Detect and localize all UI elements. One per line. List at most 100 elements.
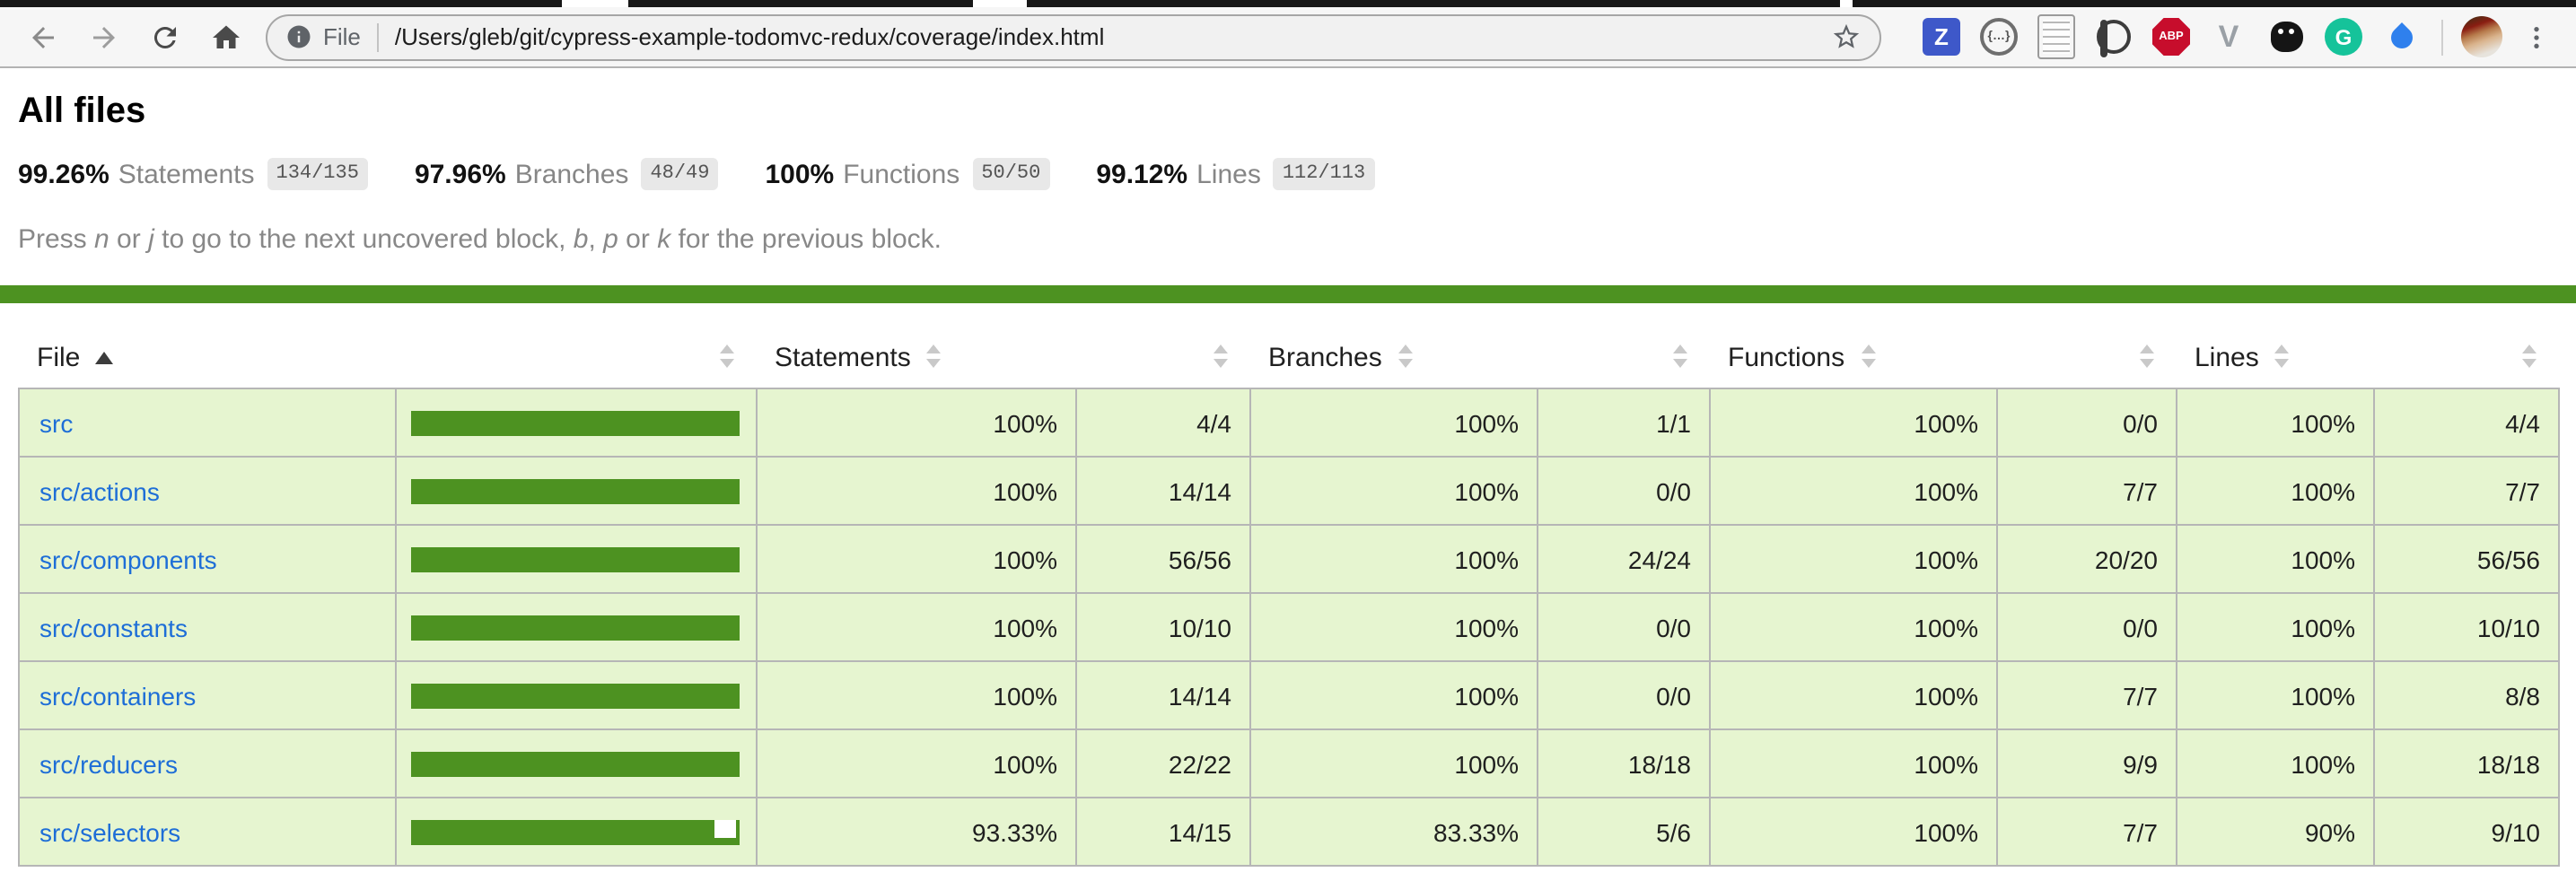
- info-icon[interactable]: [285, 23, 312, 50]
- metric-percentage: 99.26%: [18, 159, 110, 189]
- functions-pct-cell: 100%: [1710, 798, 1997, 866]
- bar-cell: [396, 729, 757, 798]
- hint-segment: or: [110, 224, 148, 255]
- url-text[interactable]: /Users/gleb/git/cypress-example-todomvc-…: [395, 23, 1817, 50]
- table-row: src/reducers 100% 22/22 100% 18/18 100% …: [19, 729, 2559, 798]
- table-row: src/components 100% 56/56 100% 24/24 100…: [19, 525, 2559, 593]
- metric-fraction-badge: 48/49: [641, 158, 718, 190]
- forward-button[interactable]: [83, 15, 126, 58]
- sort-icon[interactable]: [2521, 344, 2536, 367]
- file-link[interactable]: src/containers: [39, 681, 196, 710]
- lines-raw-cell: 4/4: [2374, 388, 2559, 457]
- coverage-summary: 99.26% Statements 134/135 97.96% Branche…: [18, 158, 2558, 190]
- lines-raw-cell: 7/7: [2374, 457, 2559, 525]
- branches-raw-cell: 24/24: [1538, 525, 1710, 593]
- statements-pct-cell: 100%: [757, 729, 1076, 798]
- bar-cell: [396, 525, 757, 593]
- profile-avatar[interactable]: [2461, 16, 2502, 57]
- coverage-bar: [411, 683, 740, 708]
- functions-pct-cell: 100%: [1710, 457, 1997, 525]
- vue-devtools-extension-icon[interactable]: V: [2210, 18, 2247, 56]
- branches-pct-cell: 83.33%: [1250, 798, 1538, 866]
- flame-extension-icon[interactable]: [2382, 18, 2420, 56]
- coverage-status-bar: [0, 285, 2576, 303]
- branches-raw-cell: 5/6: [1538, 798, 1710, 866]
- sort-icon[interactable]: [2275, 344, 2290, 367]
- functions-raw-cell: 7/7: [1997, 798, 2177, 866]
- file-link[interactable]: src/actions: [39, 476, 160, 505]
- statements-raw-cell: 4/4: [1076, 388, 1250, 457]
- bookmark-star-icon[interactable]: [1831, 22, 1862, 52]
- zenhub-extension-icon[interactable]: Z: [1923, 18, 1960, 56]
- column-header-lines[interactable]: Lines: [2177, 327, 2374, 388]
- file-link[interactable]: src/constants: [39, 613, 188, 641]
- browser-toolbar: File /Users/gleb/git/cypress-example-tod…: [0, 7, 2576, 68]
- adblock-plus-extension-icon[interactable]: ABP: [2152, 18, 2190, 56]
- file-cell: src: [19, 388, 396, 457]
- summary-metric: 100% Functions 50/50: [765, 158, 1049, 190]
- column-header-functions-raw[interactable]: [1997, 327, 2177, 388]
- statements-raw-cell: 10/10: [1076, 593, 1250, 661]
- sort-icon[interactable]: [719, 344, 733, 367]
- functions-pct-cell: 100%: [1710, 661, 1997, 729]
- forward-arrow-icon: [88, 21, 120, 53]
- hint-segment: to go to the next uncovered block,: [154, 224, 574, 255]
- file-link[interactable]: src/reducers: [39, 749, 178, 778]
- sort-icon[interactable]: [1672, 344, 1687, 367]
- statements-pct-cell: 100%: [757, 388, 1076, 457]
- coverage-report: All files 99.26% Statements 134/135 97.9…: [0, 92, 2576, 867]
- file-link[interactable]: src/components: [39, 545, 217, 573]
- column-header-bar[interactable]: [396, 327, 757, 388]
- notes-extension-icon[interactable]: [2037, 18, 2075, 56]
- flame-icon: [2386, 22, 2416, 52]
- reload-button[interactable]: [144, 15, 187, 58]
- file-link[interactable]: src: [39, 408, 73, 437]
- functions-pct-cell: 100%: [1710, 525, 1997, 593]
- branches-pct-cell: 100%: [1250, 457, 1538, 525]
- home-button[interactable]: [205, 15, 248, 58]
- sort-icon[interactable]: [1861, 344, 1875, 367]
- onepassword-extension-icon[interactable]: [2095, 18, 2133, 56]
- lines-pct-cell: 100%: [2177, 388, 2374, 457]
- column-header-statements[interactable]: Statements: [757, 327, 1076, 388]
- url-bar[interactable]: File /Users/gleb/git/cypress-example-tod…: [266, 13, 1881, 60]
- sort-icon[interactable]: [1213, 344, 1227, 367]
- grammarly-extension-icon[interactable]: G: [2325, 18, 2362, 56]
- statements-raw-cell: 14/14: [1076, 457, 1250, 525]
- lines-raw-cell: 56/56: [2374, 525, 2559, 593]
- back-button[interactable]: [22, 15, 65, 58]
- lines-pct-cell: 100%: [2177, 525, 2374, 593]
- bar-cell: [396, 593, 757, 661]
- file-cell: src/selectors: [19, 798, 396, 866]
- hint-segment: or: [618, 224, 657, 255]
- column-header-branches[interactable]: Branches: [1250, 327, 1538, 388]
- chrome-menu-button[interactable]: [2519, 19, 2554, 55]
- json-viewer-extension-icon[interactable]: {…}: [1980, 18, 2018, 56]
- table-row: src/actions 100% 14/14 100% 0/0 100% 7/7…: [19, 457, 2559, 525]
- tab-strip: [0, 0, 2576, 7]
- tab-gap: [973, 0, 1027, 7]
- functions-raw-cell: 9/9: [1997, 729, 2177, 798]
- statements-pct-cell: 93.33%: [757, 798, 1076, 866]
- column-header-file[interactable]: File: [19, 327, 396, 388]
- back-arrow-icon: [27, 21, 59, 53]
- statements-pct-cell: 100%: [757, 661, 1076, 729]
- branches-raw-cell: 0/0: [1538, 593, 1710, 661]
- file-cell: src/constants: [19, 593, 396, 661]
- functions-pct-cell: 100%: [1710, 593, 1997, 661]
- coverage-bar: [411, 410, 740, 435]
- sort-icon[interactable]: [2139, 344, 2153, 367]
- sort-icon[interactable]: [927, 344, 942, 367]
- sort-icon[interactable]: [1398, 344, 1413, 367]
- kuker-extension-icon[interactable]: [2267, 18, 2305, 56]
- column-header-lines-raw[interactable]: [2374, 327, 2559, 388]
- hint-segment: n: [94, 224, 110, 255]
- column-header-functions[interactable]: Functions: [1710, 327, 1997, 388]
- lines-pct-cell: 100%: [2177, 457, 2374, 525]
- column-header-statements-raw[interactable]: [1076, 327, 1250, 388]
- file-link[interactable]: src/selectors: [39, 817, 180, 846]
- branches-raw-cell: 18/18: [1538, 729, 1710, 798]
- branches-raw-cell: 0/0: [1538, 661, 1710, 729]
- metric-percentage: 97.96%: [415, 159, 506, 189]
- column-header-branches-raw[interactable]: [1538, 327, 1710, 388]
